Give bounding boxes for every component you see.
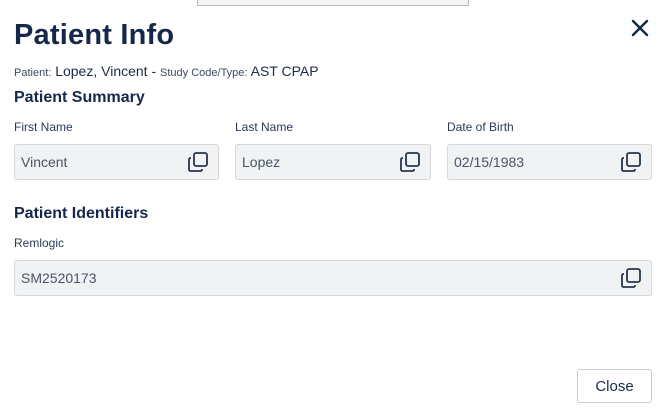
remlogic-value: SM2520173 (21, 270, 97, 286)
remlogic-label: Remlogic (14, 236, 65, 250)
copy-icon[interactable] (620, 151, 642, 173)
patient-name: Lopez, Vincent (55, 63, 148, 79)
first-name-label: First Name (14, 120, 73, 134)
patient-identifiers-title: Patient Identifiers (14, 205, 149, 222)
copy-icon[interactable] (187, 151, 209, 173)
dob-field[interactable]: 02/15/1983 (447, 144, 652, 180)
patient-summary-title: Patient Summary (14, 89, 145, 106)
last-name-field[interactable]: Lopez (235, 144, 431, 180)
patient-info-dialog: Patient Info Patient: Lopez, Vincent - S… (0, 0, 667, 415)
dob-label: Date of Birth (447, 120, 514, 134)
patient-label: Patient: (14, 67, 52, 79)
remlogic-field[interactable]: SM2520173 (14, 260, 652, 296)
background-window-strip (197, 0, 469, 6)
study-value: AST CPAP (250, 63, 319, 79)
first-name-value: Vincent (21, 154, 68, 170)
page-title: Patient Info (14, 19, 175, 51)
close-icon[interactable] (627, 15, 653, 41)
first-name-field[interactable]: Vincent (14, 144, 219, 180)
last-name-value: Lopez (242, 154, 281, 170)
close-button[interactable]: Close (577, 369, 652, 403)
dob-value: 02/15/1983 (454, 154, 525, 170)
meta-separator: - (151, 63, 157, 79)
patient-meta-line: Patient: Lopez, Vincent - Study Code/Typ… (14, 63, 319, 79)
copy-icon[interactable] (620, 267, 642, 289)
last-name-label: Last Name (235, 120, 294, 134)
study-label: Study Code/Type: (160, 67, 248, 79)
copy-icon[interactable] (399, 151, 421, 173)
